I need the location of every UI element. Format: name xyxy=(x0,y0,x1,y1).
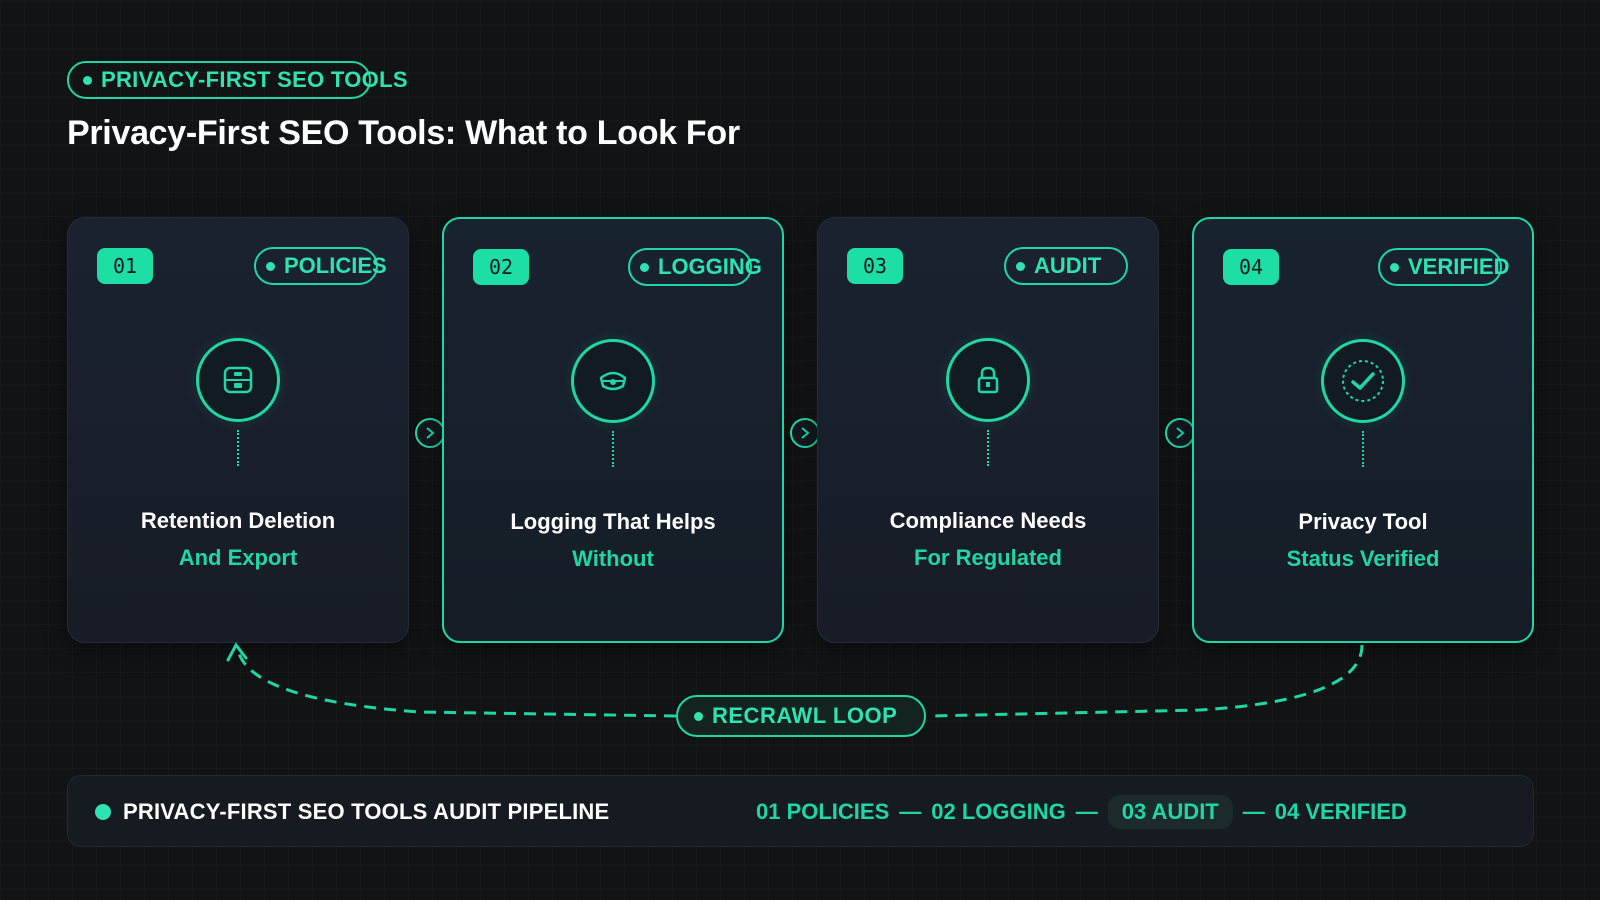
recrawl-loop-path xyxy=(226,642,1364,718)
recrawl-loop-label: RECRAWL LOOP xyxy=(712,703,898,728)
pipeline-steps: 01 POLICIES — 02 LOGGING — 03 AUDIT — 04… xyxy=(756,776,1407,848)
pipeline-step-policies: 01 POLICIES xyxy=(756,799,890,824)
pipeline-step-audit: 03 AUDIT xyxy=(1107,795,1233,829)
step-separator: — xyxy=(899,799,922,824)
pipeline-step-logging: 02 LOGGING xyxy=(931,799,1066,824)
footer-title: PRIVACY-FIRST SEO TOOLS AUDIT PIPELINE xyxy=(95,776,609,848)
step-separator: — xyxy=(1075,799,1098,824)
recrawl-loop-badge: RECRAWL LOOP xyxy=(676,695,926,737)
pipeline-footer: PRIVACY-FIRST SEO TOOLS AUDIT PIPELINE 0… xyxy=(67,775,1534,847)
pipeline-step-verified: 04 VERIFIED xyxy=(1274,799,1407,824)
step-separator: — xyxy=(1242,799,1265,824)
loop-arrowhead-icon xyxy=(226,642,248,662)
footer-dot-icon xyxy=(95,804,111,820)
footer-label: PRIVACY-FIRST SEO TOOLS AUDIT PIPELINE xyxy=(123,799,610,824)
loop-dot-icon xyxy=(694,711,703,721)
